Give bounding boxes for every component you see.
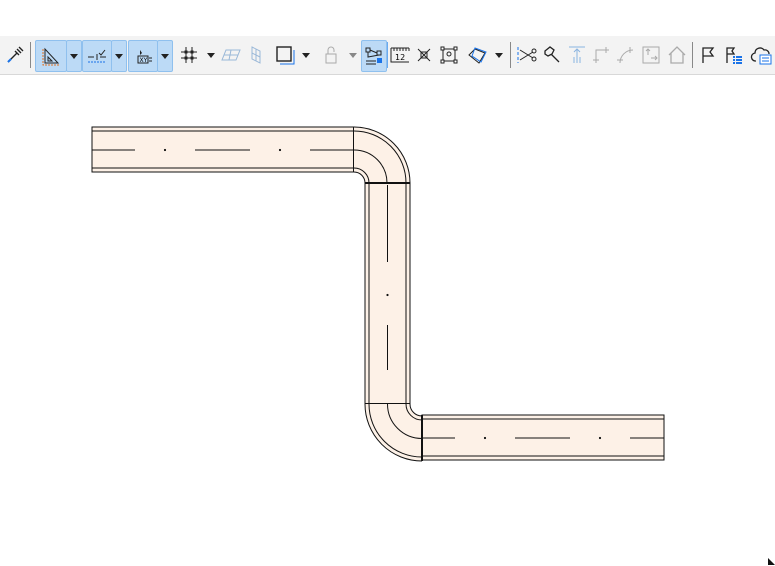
xy-coordinates-icon: XY xyxy=(137,50,152,64)
svg-text:12: 12 xyxy=(395,53,405,62)
arc-corner-icon[interactable] xyxy=(614,40,636,70)
3d-box-icon[interactable] xyxy=(465,40,491,70)
pipette-icon[interactable] xyxy=(2,40,28,70)
lock-dropdown[interactable] xyxy=(347,40,359,70)
vertical-plane-icon[interactable] xyxy=(246,40,266,70)
svg-text:XY: XY xyxy=(140,57,148,64)
road-curve-1[interactable] xyxy=(353,126,411,184)
grid-dropdown[interactable] xyxy=(205,40,217,70)
separator xyxy=(510,42,511,68)
road-segment-top[interactable] xyxy=(91,126,355,173)
house-icon[interactable] xyxy=(666,40,688,70)
grid-snap-icon[interactable] xyxy=(177,40,201,70)
corner-icon[interactable] xyxy=(590,40,612,70)
3d-box-dropdown[interactable] xyxy=(493,40,505,70)
toolbar: XY 12 xyxy=(0,36,775,75)
angle-ruler-button[interactable] xyxy=(35,40,67,72)
elevate-icon[interactable] xyxy=(566,40,588,70)
lock-icon[interactable] xyxy=(320,40,342,70)
scissors-icon[interactable] xyxy=(515,40,539,70)
layer-dropdown[interactable] xyxy=(300,40,312,70)
snap-guide-icon[interactable] xyxy=(361,40,387,72)
cross-icon[interactable] xyxy=(414,40,434,70)
angle-ruler-dropdown[interactable] xyxy=(66,40,82,72)
road-curve-2[interactable] xyxy=(364,403,423,462)
separator xyxy=(30,42,31,68)
plane-icon[interactable] xyxy=(219,40,243,70)
xy-coordinates-button[interactable]: XY xyxy=(128,40,158,72)
resize-icon[interactable] xyxy=(640,40,662,70)
xy-dropdown[interactable] xyxy=(157,40,173,72)
road-segment-vertical[interactable] xyxy=(364,182,411,405)
road-path[interactable] xyxy=(91,126,665,462)
hammer-icon[interactable] xyxy=(540,40,564,70)
guideline-button[interactable] xyxy=(82,40,112,72)
separator xyxy=(692,42,693,68)
ruler-icon[interactable]: 12 xyxy=(388,40,412,70)
guideline-icon xyxy=(88,49,106,63)
layer-square-icon[interactable] xyxy=(272,40,298,70)
cloud-list-icon[interactable] xyxy=(748,40,774,70)
guideline-dropdown[interactable] xyxy=(111,40,127,72)
group-select-icon[interactable] xyxy=(437,40,461,70)
flag-icon[interactable] xyxy=(697,40,719,70)
drawing-canvas[interactable] xyxy=(0,75,775,566)
road-segment-bottom[interactable] xyxy=(421,414,665,461)
angle-ruler-icon xyxy=(42,47,60,66)
flag-list-icon[interactable] xyxy=(722,40,746,70)
resize-cursor-icon xyxy=(768,558,775,565)
